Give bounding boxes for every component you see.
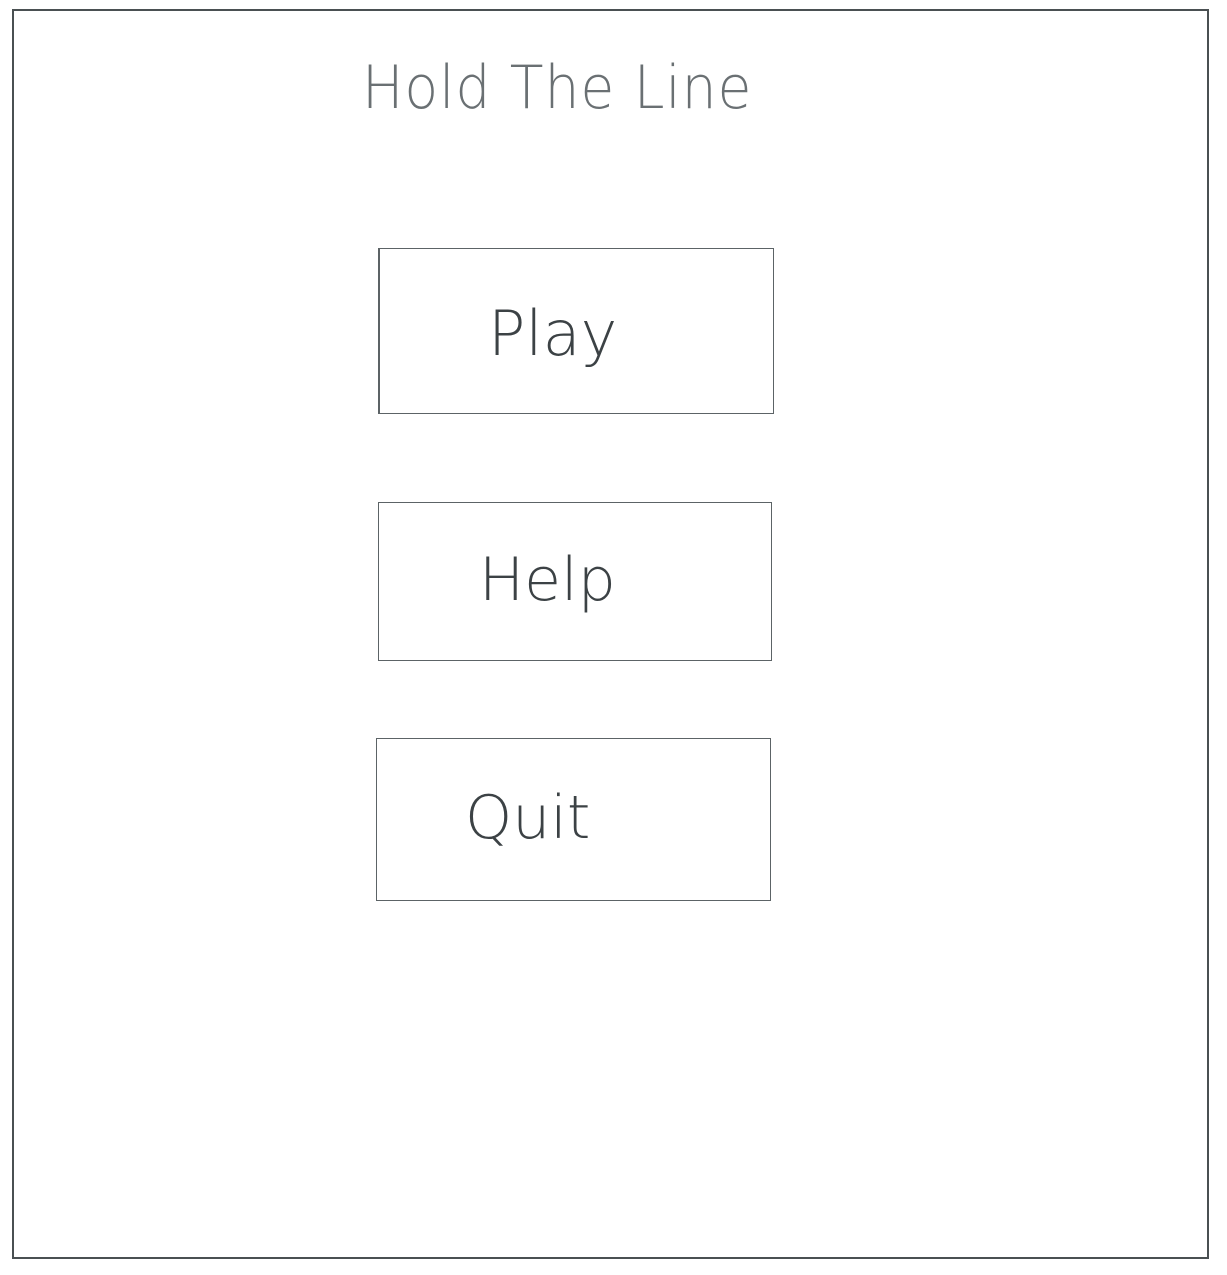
play-button[interactable]: Play xyxy=(378,248,774,414)
help-button-label: Help xyxy=(479,545,616,615)
help-button[interactable]: Help xyxy=(378,502,772,661)
game-title: Hold The Line xyxy=(362,53,753,123)
play-button-label: Play xyxy=(488,297,618,370)
quit-button[interactable]: Quit xyxy=(376,738,771,901)
quit-button-label: Quit xyxy=(465,783,591,853)
